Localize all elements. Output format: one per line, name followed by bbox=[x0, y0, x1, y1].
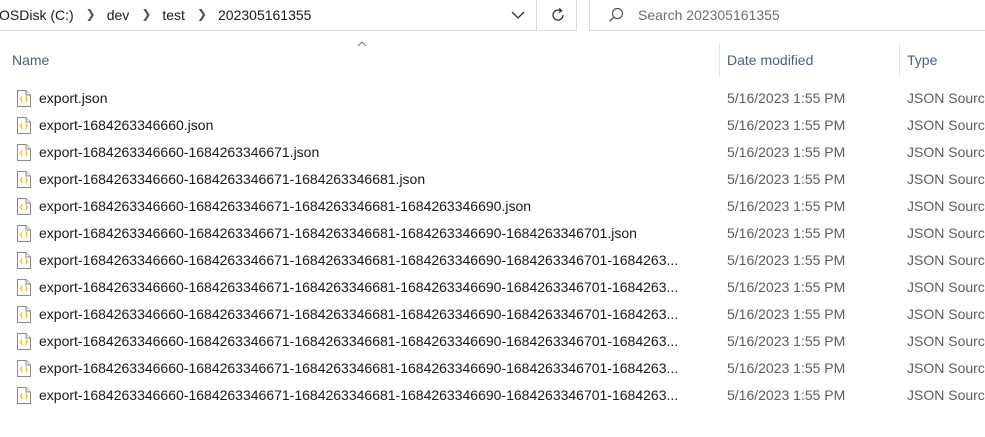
file-name[interactable]: export-1684263346660-1684263346671.json bbox=[39, 139, 705, 166]
chevron-down-icon bbox=[511, 11, 525, 19]
file-type: JSON Source File bbox=[907, 387, 985, 403]
file-name[interactable]: export-1684263346660-1684263346671-16842… bbox=[39, 328, 705, 355]
breadcrumb-item-current-folder[interactable]: 202305161355 bbox=[216, 7, 313, 23]
json-file-icon bbox=[17, 117, 31, 137]
file-type: JSON Source File bbox=[907, 198, 985, 214]
file-name[interactable]: export-1684263346660-1684263346671-16842… bbox=[39, 382, 705, 409]
address-history-dropdown[interactable] bbox=[503, 2, 533, 28]
refresh-button[interactable] bbox=[539, 0, 577, 31]
breadcrumb-item-dev[interactable]: dev bbox=[105, 7, 132, 23]
file-date-modified: 5/16/2023 1:55 PM bbox=[727, 360, 846, 376]
search-box[interactable] bbox=[589, 0, 985, 31]
file-name[interactable]: export-1684263346660-1684263346671-16842… bbox=[39, 220, 705, 247]
column-header-name[interactable]: Name bbox=[12, 44, 49, 77]
refresh-icon bbox=[551, 7, 564, 21]
file-type: JSON Source File bbox=[907, 279, 985, 295]
json-file-icon bbox=[17, 360, 31, 380]
file-type: JSON Source File bbox=[907, 225, 985, 241]
json-file-icon bbox=[17, 333, 31, 353]
search-input[interactable] bbox=[638, 7, 968, 23]
toolbar: OSDisk (C:) ❯ dev ❯ test ❯ 202305161355 bbox=[0, 0, 985, 33]
file-type: JSON Source File bbox=[907, 171, 985, 187]
file-type: JSON Source File bbox=[907, 306, 985, 322]
file-row[interactable]: export-1684263346660-1684263346671-16842… bbox=[0, 382, 985, 409]
file-row[interactable]: export-1684263346660-1684263346671-16842… bbox=[0, 301, 985, 328]
json-file-icon bbox=[17, 171, 31, 191]
column-divider[interactable] bbox=[719, 44, 720, 77]
file-row[interactable]: export-1684263346660-1684263346671-16842… bbox=[0, 247, 985, 274]
file-date-modified: 5/16/2023 1:55 PM bbox=[727, 279, 846, 295]
file-row[interactable]: export-1684263346660-1684263346671-16842… bbox=[0, 328, 985, 355]
json-file-icon bbox=[17, 306, 31, 326]
file-row[interactable]: export-1684263346660-1684263346671-16842… bbox=[0, 274, 985, 301]
file-date-modified: 5/16/2023 1:55 PM bbox=[727, 225, 846, 241]
file-row[interactable]: export-1684263346660-1684263346671.json … bbox=[0, 139, 985, 166]
file-type: JSON Source File bbox=[907, 252, 985, 268]
chevron-right-icon[interactable]: ❯ bbox=[197, 7, 207, 21]
file-list: export.json 5/16/2023 1:55 PM JSON Sourc… bbox=[0, 85, 985, 409]
column-header-date-modified[interactable]: Date modified bbox=[727, 44, 813, 77]
file-row[interactable]: export-1684263346660-1684263346671-16842… bbox=[0, 220, 985, 247]
column-headers: Name Date modified Type bbox=[0, 44, 985, 77]
column-divider[interactable] bbox=[899, 44, 900, 77]
address-bar[interactable]: OSDisk (C:) ❯ dev ❯ test ❯ 202305161355 bbox=[0, 0, 537, 31]
json-file-icon bbox=[17, 90, 31, 110]
file-date-modified: 5/16/2023 1:55 PM bbox=[727, 171, 846, 187]
file-row[interactable]: export-1684263346660-1684263346671-16842… bbox=[0, 166, 985, 193]
json-file-icon bbox=[17, 198, 31, 218]
file-type: JSON Source File bbox=[907, 144, 985, 160]
json-file-icon bbox=[17, 252, 31, 272]
file-date-modified: 5/16/2023 1:55 PM bbox=[727, 117, 846, 133]
json-file-icon bbox=[17, 387, 31, 407]
breadcrumb-item-test[interactable]: test bbox=[160, 7, 187, 23]
json-file-icon bbox=[17, 279, 31, 299]
file-name[interactable]: export-1684263346660-1684263346671-16842… bbox=[39, 301, 705, 328]
file-name[interactable]: export-1684263346660-1684263346671-16842… bbox=[39, 193, 705, 220]
file-name[interactable]: export-1684263346660-1684263346671-16842… bbox=[39, 166, 705, 193]
file-date-modified: 5/16/2023 1:55 PM bbox=[727, 198, 846, 214]
file-name[interactable]: export.json bbox=[39, 85, 705, 112]
file-date-modified: 5/16/2023 1:55 PM bbox=[727, 333, 846, 349]
file-row[interactable]: export-1684263346660-1684263346671-16842… bbox=[0, 355, 985, 382]
file-date-modified: 5/16/2023 1:55 PM bbox=[727, 144, 846, 160]
file-date-modified: 5/16/2023 1:55 PM bbox=[727, 90, 846, 106]
file-name[interactable]: export-1684263346660-1684263346671-16842… bbox=[39, 247, 705, 274]
breadcrumb-item-drive[interactable]: OSDisk (C:) bbox=[0, 7, 76, 23]
file-type: JSON Source File bbox=[907, 360, 985, 376]
file-row[interactable]: export-1684263346660-1684263346671-16842… bbox=[0, 193, 985, 220]
chevron-right-icon[interactable]: ❯ bbox=[141, 7, 151, 21]
file-date-modified: 5/16/2023 1:55 PM bbox=[727, 387, 846, 403]
file-name[interactable]: export-1684263346660.json bbox=[39, 112, 705, 139]
file-date-modified: 5/16/2023 1:55 PM bbox=[727, 306, 846, 322]
file-row[interactable]: export-1684263346660.json 5/16/2023 1:55… bbox=[0, 112, 985, 139]
file-type: JSON Source File bbox=[907, 117, 985, 133]
file-row[interactable]: export.json 5/16/2023 1:55 PM JSON Sourc… bbox=[0, 85, 985, 112]
file-name[interactable]: export-1684263346660-1684263346671-16842… bbox=[39, 355, 705, 382]
chevron-right-icon[interactable]: ❯ bbox=[86, 7, 96, 21]
file-name[interactable]: export-1684263346660-1684263346671-16842… bbox=[39, 274, 705, 301]
json-file-icon bbox=[17, 225, 31, 245]
search-icon bbox=[608, 7, 624, 23]
file-type: JSON Source File bbox=[907, 90, 985, 106]
file-type: JSON Source File bbox=[907, 333, 985, 349]
json-file-icon bbox=[17, 144, 31, 164]
file-date-modified: 5/16/2023 1:55 PM bbox=[727, 252, 846, 268]
column-header-type[interactable]: Type bbox=[907, 44, 937, 77]
